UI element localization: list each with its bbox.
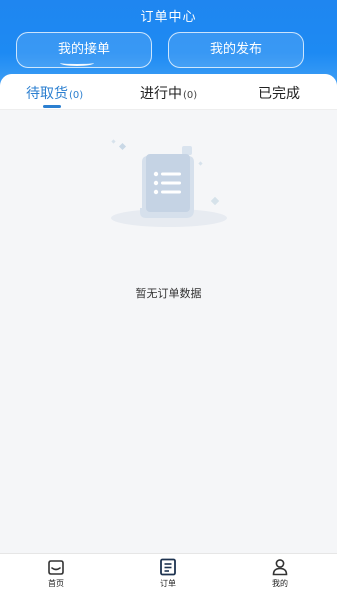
tabbar-item-home[interactable]: 首页 [26, 557, 86, 597]
tab-count: (0) [183, 90, 198, 101]
empty-state-text: 暂无订单数据 [135, 287, 202, 300]
status-tabs: 待取货(0) 进行中(0) 已完成 [0, 74, 337, 110]
page-title: 订单中心 [140, 10, 197, 25]
tab-in-progress[interactable]: 进行中(0) [140, 83, 197, 103]
tabbar-label: 订单 [160, 579, 176, 588]
tabbar-label: 我的 [272, 579, 288, 588]
user-icon [272, 559, 288, 576]
tab-label: 已完成 [258, 86, 300, 102]
home-icon [48, 560, 64, 575]
tabbar-item-orders[interactable]: 订单 [138, 557, 198, 597]
tabbar-label: 首页 [48, 579, 64, 588]
tab-completed[interactable]: 已完成 [258, 83, 300, 103]
tabbar-item-mine[interactable]: 我的 [250, 557, 310, 597]
segment-my-published-orders[interactable]: 我的发布 [168, 32, 304, 68]
tab-label: 待取货 [26, 86, 68, 102]
order-list-panel: 待取货(0) 进行中(0) 已完成 暂无订单数据 [0, 74, 337, 554]
empty-document-icon [111, 139, 227, 227]
bottom-tab-bar: 首页 订单 我的 [0, 553, 337, 599]
active-tab-indicator [43, 105, 61, 108]
tab-label: 进行中 [140, 86, 182, 102]
order-list-icon [160, 558, 176, 576]
segment-active-indicator [60, 60, 94, 66]
tab-pending-pickup[interactable]: 待取货(0) [26, 83, 83, 103]
tab-count: (0) [69, 90, 84, 101]
